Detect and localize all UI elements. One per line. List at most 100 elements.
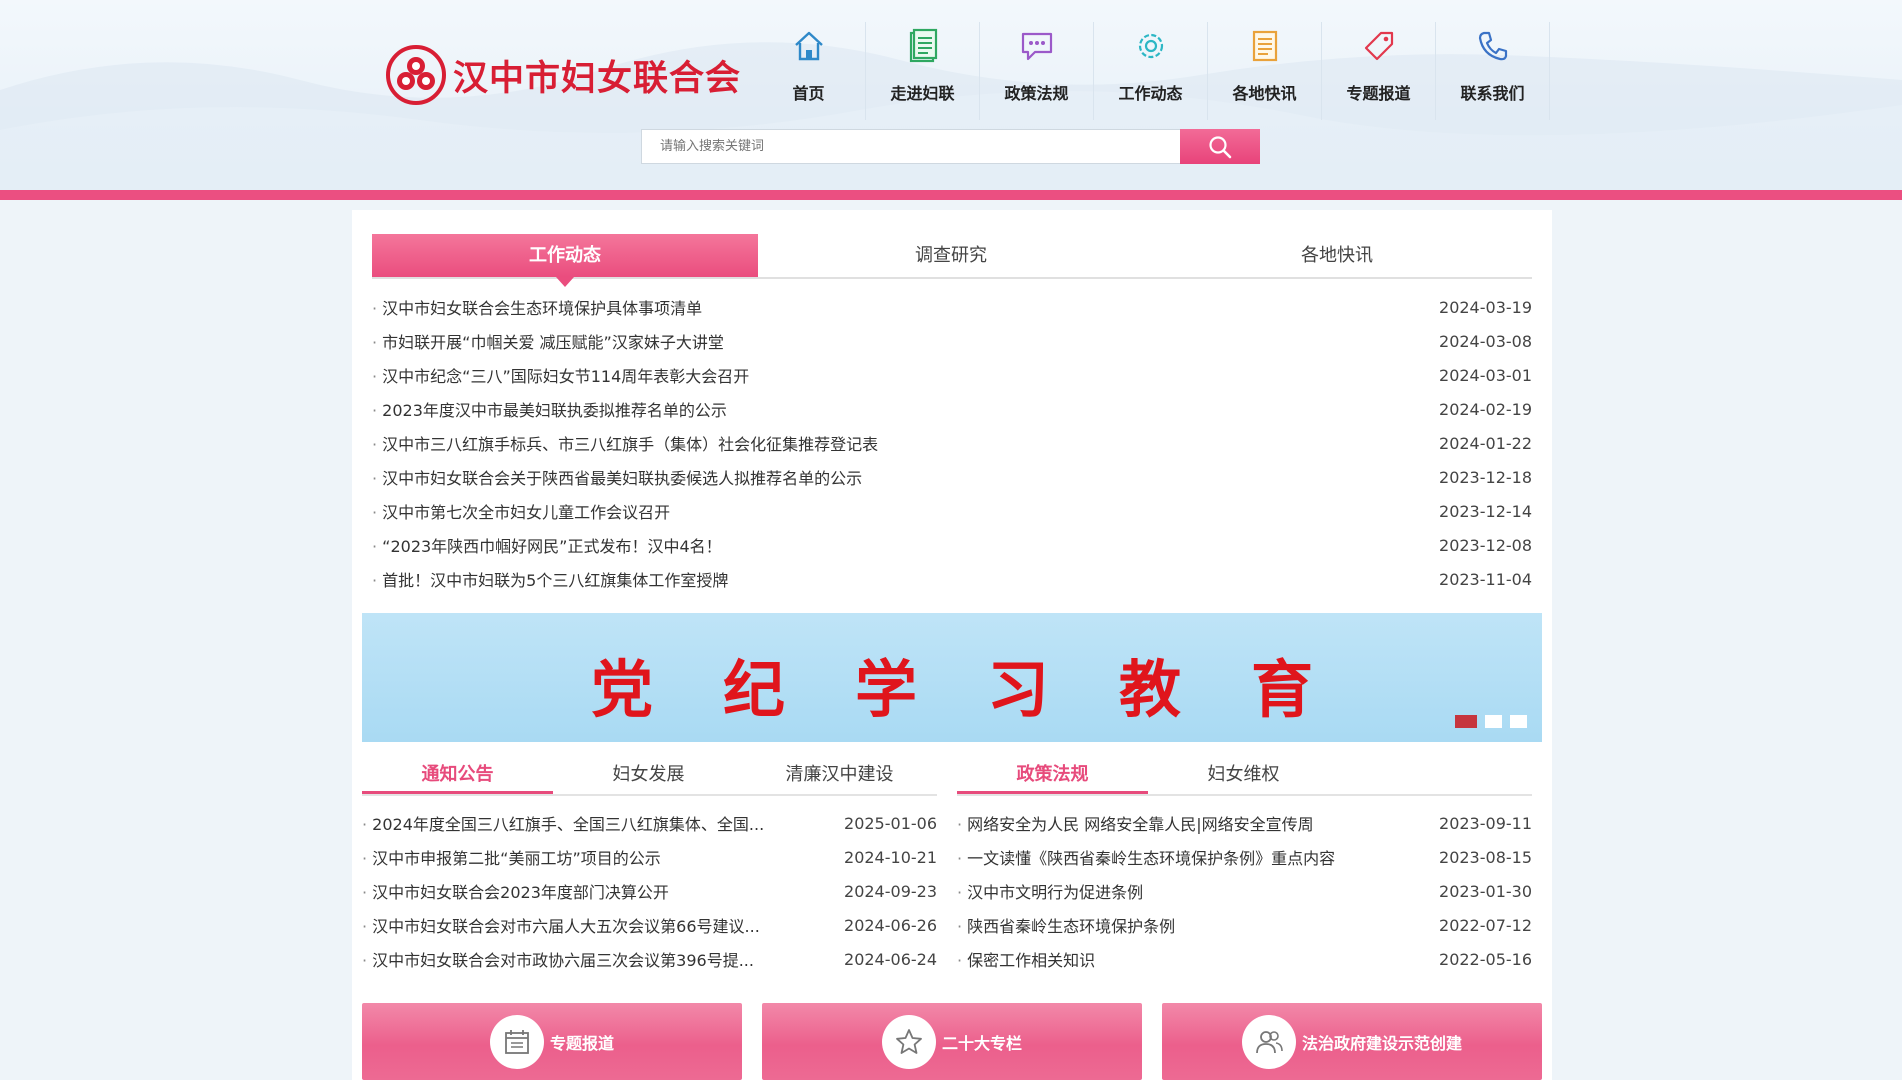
news-list: 汉中市妇女联合会生态环境保护具体事项清单 2024-03-19 市妇联开展“巾帼关…: [372, 290, 1532, 596]
nav-item-about[interactable]: 走进妇联: [866, 22, 980, 120]
news-title[interactable]: 汉中市妇女联合会生态环境保护具体事项清单: [372, 295, 702, 319]
list-item[interactable]: 汉中市妇女联合会对市政协六届三次会议第396号提... 2024-06-24: [362, 942, 937, 976]
nav-item-policy[interactable]: 政策法规: [980, 22, 1094, 120]
policy-list: 网络安全为人民 网络安全靠人民|网络安全宣传周 2023-09-11 一文读懂《陕…: [957, 806, 1532, 976]
womens-federation-emblem-icon: [386, 45, 446, 105]
nav-item-local-news[interactable]: 各地快讯: [1208, 22, 1322, 120]
tab-women-development[interactable]: 妇女发展: [553, 756, 744, 794]
gear-icon: [1138, 33, 1163, 59]
list-item[interactable]: 陕西省秦岭生态环境保护条例 2022-07-12: [957, 908, 1532, 942]
list-item[interactable]: 2023年度汉中市最美妇联执委拟推荐名单的公示 2024-02-19: [372, 392, 1532, 426]
card-label: 二十大专栏: [941, 1033, 1022, 1053]
phone-icon: [1478, 31, 1507, 61]
news-title[interactable]: 2023年度汉中市最美妇联执委拟推荐名单的公示: [372, 397, 727, 421]
nav-item-home[interactable]: 首页: [752, 22, 866, 120]
policy-date: 2023-09-11: [1439, 813, 1532, 833]
policy-title[interactable]: 陕西省秦岭生态环境保护条例: [957, 913, 1175, 937]
list-item[interactable]: 保密工作相关知识 2022-05-16: [957, 942, 1532, 976]
main-nav: 首页 走进妇联 政策法规 工作动态 各地快讯 专题报道 联系我们: [752, 22, 1550, 120]
list-item[interactable]: 一文读懂《陕西省秦岭生态环境保护条例》重点内容 2023-08-15: [957, 840, 1532, 874]
list-item[interactable]: 汉中市妇女联合会对市六届人大五次会议第66号建议... 2024-06-26: [362, 908, 937, 942]
policy-title[interactable]: 一文读懂《陕西省秦岭生态环境保护条例》重点内容: [957, 845, 1335, 869]
nav-label: 政策法规: [1004, 84, 1069, 103]
carousel-dot[interactable]: [1510, 715, 1527, 728]
tab-work-news[interactable]: 工作动态: [372, 234, 758, 287]
news-title[interactable]: 汉中市纪念“三八”国际妇女节114周年表彰大会召开: [372, 363, 749, 387]
search-icon: [1209, 135, 1232, 158]
list-item[interactable]: 汉中市纪念“三八”国际妇女节114周年表彰大会召开 2024-03-01: [372, 358, 1532, 392]
document-icon: [909, 28, 937, 63]
list-item[interactable]: 网络安全为人民 网络安全靠人民|网络安全宣传周 2023-09-11: [957, 806, 1532, 840]
notice-title[interactable]: 汉中市妇女联合会对市六届人大五次会议第66号建议...: [362, 913, 760, 937]
news-title[interactable]: 汉中市妇女联合会关于陕西省最美妇联执委候选人拟推荐名单的公示: [372, 465, 862, 489]
card-label: 法治政府建设示范创建: [1301, 1033, 1462, 1053]
notice-title[interactable]: 汉中市申报第二批“美丽工坊”项目的公示: [362, 845, 661, 869]
list-item[interactable]: 汉中市第七次全市妇女儿童工作会议召开 2023-12-14: [372, 494, 1532, 528]
site-logo[interactable]: 汉中市妇女联合会: [385, 42, 741, 108]
search-bar: [641, 129, 1260, 164]
news-date: 2023-12-14: [1439, 501, 1532, 521]
news-title[interactable]: 市妇联开展“巾帼关爱 减压赋能”汉家妹子大讲堂: [372, 329, 724, 353]
nav-item-contact[interactable]: 联系我们: [1436, 22, 1550, 120]
news-date: 2023-12-08: [1439, 535, 1532, 555]
list-item[interactable]: 汉中市三八红旗手标兵、市三八红旗手（集体）社会化征集推荐登记表 2024-01-2…: [372, 426, 1532, 460]
tab-research[interactable]: 调查研究: [758, 234, 1144, 277]
calendar-icon: [489, 1014, 544, 1069]
news-title[interactable]: 汉中市三八红旗手标兵、市三八红旗手（集体）社会化征集推荐登记表: [372, 431, 878, 455]
nav-label: 走进妇联: [890, 84, 955, 103]
policy-date: 2023-08-15: [1439, 847, 1532, 867]
card-rule-of-law[interactable]: 法治政府建设示范创建: [1162, 1003, 1542, 1080]
news-date: 2024-02-19: [1439, 399, 1532, 419]
news-tabs: 工作动态 调查研究 各地快讯: [372, 234, 1532, 287]
carousel-dot[interactable]: [1455, 715, 1477, 728]
news-date: 2024-03-01: [1439, 365, 1532, 385]
notice-title[interactable]: 汉中市妇女联合会2023年度部门决算公开: [362, 879, 669, 903]
news-title[interactable]: 汉中市第七次全市妇女儿童工作会议召开: [372, 499, 670, 523]
notice-list: 2024年度全国三八红旗手、全国三八红旗集体、全国... 2025-01-06 汉…: [362, 806, 937, 976]
tab-notices[interactable]: 通知公告: [362, 756, 553, 794]
tag-icon: [1364, 31, 1393, 61]
news-date: 2024-03-19: [1439, 297, 1532, 317]
list-item[interactable]: 汉中市申报第二批“美丽工坊”项目的公示 2024-10-21: [362, 840, 937, 874]
news-date: 2023-11-04: [1439, 569, 1532, 589]
list-item[interactable]: 汉中市妇女联合会关于陕西省最美妇联执委候选人拟推荐名单的公示 2023-12-18: [372, 460, 1532, 494]
policy-title[interactable]: 保密工作相关知识: [957, 947, 1095, 971]
list-item[interactable]: 2024年度全国三八红旗手、全国三八红旗集体、全国... 2025-01-06: [362, 806, 937, 840]
news-date: 2024-03-08: [1439, 331, 1532, 351]
notice-date: 2024-09-23: [844, 881, 937, 901]
nav-item-special-report[interactable]: 专题报道: [1322, 22, 1436, 120]
list-item[interactable]: 汉中市妇女联合会生态环境保护具体事项清单 2024-03-19: [372, 290, 1532, 324]
card-special-report[interactable]: 专题报道: [362, 1003, 742, 1080]
search-button[interactable]: [1180, 129, 1260, 164]
news-date: 2023-12-18: [1439, 467, 1532, 487]
notice-date: 2024-06-24: [844, 949, 937, 969]
news-title[interactable]: 首批！汉中市妇联为5个三八红旗集体工作室授牌: [372, 567, 728, 591]
list-icon: [1252, 30, 1277, 62]
notice-title[interactable]: 汉中市妇女联合会对市政协六届三次会议第396号提...: [362, 947, 754, 971]
nav-label: 首页: [792, 84, 825, 103]
notice-title[interactable]: 2024年度全国三八红旗手、全国三八红旗集体、全国...: [362, 811, 764, 835]
list-item[interactable]: 汉中市妇女联合会2023年度部门决算公开 2024-09-23: [362, 874, 937, 908]
banner-carousel[interactable]: 党纪学习教育: [362, 613, 1542, 742]
tab-clean-hanzhong[interactable]: 清廉汉中建设: [744, 756, 935, 794]
list-item[interactable]: “2023年陕西巾帼好网民”正式发布！汉中4名！ 2023-12-08: [372, 528, 1532, 562]
carousel-dot[interactable]: [1485, 715, 1502, 728]
list-item[interactable]: 市妇联开展“巾帼关爱 减压赋能”汉家妹子大讲堂 2024-03-08: [372, 324, 1532, 358]
tab-women-rights[interactable]: 妇女维权: [1148, 756, 1339, 794]
nav-item-work[interactable]: 工作动态: [1094, 22, 1208, 120]
tab-local-news[interactable]: 各地快讯: [1144, 234, 1530, 277]
news-title[interactable]: “2023年陕西巾帼好网民”正式发布！汉中4名！: [372, 533, 721, 557]
list-item[interactable]: 汉中市文明行为促进条例 2023-01-30: [957, 874, 1532, 908]
tab-policy[interactable]: 政策法规: [957, 756, 1148, 794]
carousel-indicators: [1455, 715, 1527, 728]
policy-title[interactable]: 汉中市文明行为促进条例: [957, 879, 1143, 903]
news-date: 2024-01-22: [1439, 433, 1532, 453]
notice-date: 2025-01-06: [844, 813, 937, 833]
policy-date: 2023-01-30: [1439, 881, 1532, 901]
nav-label: 工作动态: [1118, 84, 1183, 103]
card-twentieth-congress[interactable]: 二十大专栏: [762, 1003, 1142, 1080]
policy-title[interactable]: 网络安全为人民 网络安全靠人民|网络安全宣传周: [957, 811, 1313, 835]
card-label: 专题报道: [549, 1033, 614, 1053]
search-input[interactable]: [641, 129, 1180, 164]
list-item[interactable]: 首批！汉中市妇联为5个三八红旗集体工作室授牌 2023-11-04: [372, 562, 1532, 596]
